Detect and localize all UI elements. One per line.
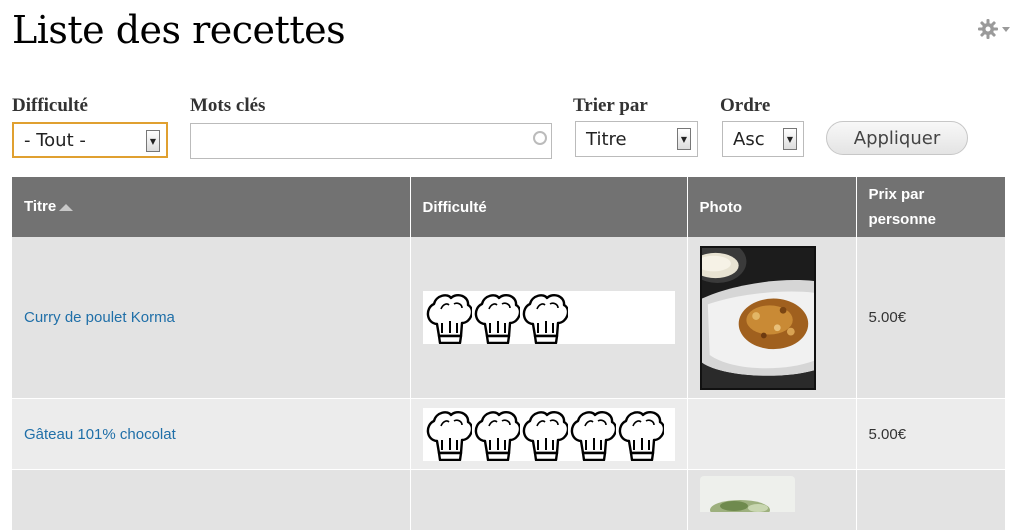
- price-cell: [856, 469, 1005, 531]
- sort-by-label: Trier par: [573, 95, 648, 116]
- chevron-down-icon[interactable]: ▼: [783, 128, 797, 150]
- sort-asc-icon: [58, 195, 74, 220]
- apply-button[interactable]: Appliquer: [826, 121, 968, 155]
- recipes-table: Titre Difficulté Photo Prix par personne…: [12, 177, 1005, 531]
- chevron-down-icon[interactable]: ▼: [146, 130, 160, 152]
- price-cell: 5.00€: [856, 237, 1005, 399]
- difficulty-filter-label: Difficulté: [12, 95, 88, 116]
- chef-hat-icon: [424, 292, 472, 344]
- column-header-title[interactable]: Titre: [12, 177, 411, 237]
- keywords-input[interactable]: [190, 123, 552, 159]
- difficulty-rating: [422, 291, 675, 344]
- recipe-photo-curry[interactable]: [699, 245, 816, 390]
- settings-menu[interactable]: [978, 18, 1014, 40]
- autocomplete-throbber-icon: [533, 131, 547, 145]
- order-select[interactable]: Asc ▼: [722, 121, 804, 157]
- photo-cell-empty: [687, 398, 857, 470]
- table-row: Curry de poulet Korma 5.00€: [12, 237, 1005, 399]
- difficulty-select[interactable]: - Tout - ▼: [12, 122, 168, 158]
- table-header-row: Titre Difficulté Photo Prix par personne: [12, 177, 1005, 237]
- filter-form: Difficulté - Tout - ▼ Mots clés Trier pa…: [0, 93, 1016, 168]
- chef-hat-icon: [424, 409, 472, 461]
- sort-by-select-value: Titre: [586, 128, 627, 150]
- order-select-value: Asc: [733, 128, 765, 150]
- price-cell: 5.00€: [856, 398, 1005, 470]
- column-header-price[interactable]: Prix par personne: [856, 177, 1005, 237]
- difficulty-cell: [410, 469, 688, 531]
- chef-hat-icon: [520, 292, 568, 344]
- recipe-link[interactable]: Curry de poulet Korma: [24, 309, 175, 326]
- chevron-down-icon[interactable]: ▼: [677, 128, 691, 150]
- chef-hat-icon: [472, 292, 520, 344]
- column-header-photo[interactable]: Photo: [687, 177, 857, 237]
- sort-by-select[interactable]: Titre ▼: [575, 121, 698, 157]
- title-cell: [12, 469, 411, 531]
- table-row: [12, 469, 1005, 531]
- gear-icon[interactable]: [978, 18, 1014, 40]
- chef-hat-icon: [616, 409, 664, 461]
- chef-hat-icon: [568, 409, 616, 461]
- recipe-link[interactable]: Gâteau 101% chocolat: [24, 426, 176, 443]
- difficulty-rating: [422, 407, 675, 461]
- order-label: Ordre: [720, 95, 771, 116]
- table-row: Gâteau 101% chocolat 5.00€: [12, 398, 1005, 470]
- column-header-title-label[interactable]: Titre: [24, 198, 56, 215]
- chef-hat-icon: [472, 409, 520, 461]
- recipe-photo[interactable]: [699, 476, 795, 520]
- keywords-filter-label: Mots clés: [190, 95, 266, 116]
- chef-hat-icon: [520, 409, 568, 461]
- page-title: Liste des recettes: [12, 8, 346, 52]
- chevron-down-icon: [1002, 27, 1010, 32]
- column-header-difficulty[interactable]: Difficulté: [410, 177, 688, 237]
- difficulty-select-value: - Tout -: [24, 129, 86, 151]
